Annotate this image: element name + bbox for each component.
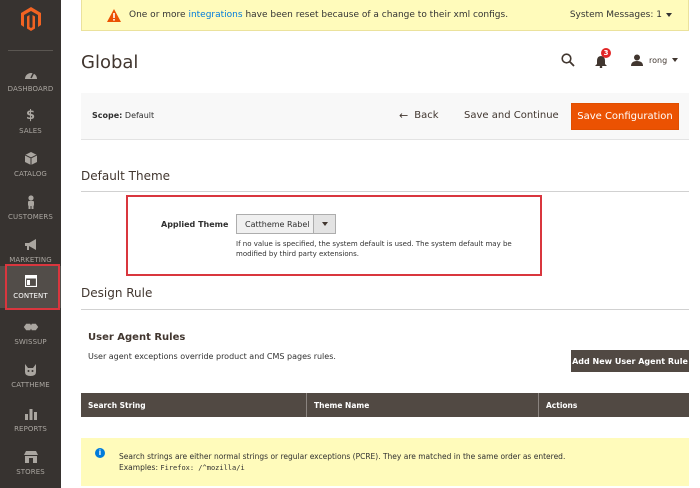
user-icon[interactable]	[631, 54, 643, 66]
sidebar-item-label: SWISSUP	[14, 337, 47, 346]
info-icon: i	[95, 448, 105, 458]
design-rule-section-title[interactable]: Design Rule	[81, 286, 152, 300]
scope-value: Default	[124, 111, 155, 120]
notice-line-1: Search strings are either normal strings…	[119, 452, 566, 461]
bar-chart-icon	[23, 407, 39, 421]
notifications-button[interactable]: 3	[595, 48, 611, 69]
back-button[interactable]: ← Back	[399, 109, 439, 122]
page-title: Global	[81, 52, 139, 73]
warning-icon	[107, 8, 121, 22]
page-actions-bar: Scope: Default ← Back Save and Continue …	[81, 93, 689, 140]
user-agent-rules-description: User agent exceptions override product a…	[88, 352, 336, 361]
notice-line-2: Examples: Firefox: /^mozilla/i	[119, 463, 245, 472]
arrow-left-icon: ←	[399, 109, 409, 122]
sidebar-item-swissup[interactable]: SWISSUP	[0, 311, 61, 354]
section-divider	[81, 309, 689, 310]
person-icon	[23, 194, 39, 209]
notice-example-code: Firefox: /^mozilla/i	[160, 464, 245, 472]
integrations-link[interactable]: integrations	[188, 10, 242, 20]
column-header-theme-name: Theme Name	[307, 393, 539, 417]
user-agent-rules-title: User Agent Rules	[88, 332, 186, 343]
store-icon	[23, 450, 39, 464]
sidebar-item-label: CATTHEME	[11, 380, 50, 389]
chevron-down-icon	[666, 12, 672, 17]
megaphone-icon	[23, 238, 39, 252]
header-actions: 3 rong	[561, 48, 679, 69]
save-and-continue-button[interactable]: Save and Continue	[464, 110, 559, 121]
sidebar-item-reports[interactable]: REPORTS	[0, 398, 61, 441]
system-messages-dropdown[interactable]: System Messages: 1	[570, 10, 672, 20]
sidebar-item-customers[interactable]: CUSTOMERS	[0, 186, 61, 229]
sidebar-item-sales[interactable]: $ SALES	[0, 100, 61, 143]
magento-logo-icon	[20, 7, 41, 31]
sidebar-item-stores[interactable]: STORES	[0, 441, 61, 484]
add-user-agent-rule-button[interactable]: Add New User Agent Rule	[571, 350, 689, 372]
section-divider	[81, 191, 689, 192]
scope-indicator: Scope: Default	[92, 111, 154, 120]
notice-examples-label: Examples:	[119, 463, 158, 472]
cube-icon	[23, 152, 39, 166]
save-configuration-button[interactable]: Save Configuration	[571, 103, 679, 130]
system-message-text: One or more integrations have been reset…	[129, 10, 508, 20]
search-icon[interactable]	[561, 53, 575, 67]
notification-count-badge: 3	[601, 48, 611, 58]
back-button-label: Back	[414, 110, 439, 121]
content-highlight-box	[5, 264, 60, 310]
admin-sidebar: DASHBOARD $ SALES CATALOG CUSTOMERS MARK…	[0, 0, 61, 488]
sidebar-item-label: DASHBOARD	[7, 84, 54, 93]
swissup-icon	[23, 320, 39, 334]
chevron-down-icon[interactable]	[672, 58, 679, 62]
dollar-icon: $	[25, 108, 36, 123]
cat-icon	[23, 363, 39, 377]
pcre-info-notice: i Search strings are either normal strin…	[81, 438, 689, 486]
sidebar-item-label: SALES	[19, 126, 42, 135]
sidebar-item-label: CUSTOMERS	[8, 212, 53, 221]
scope-label: Scope:	[92, 111, 123, 120]
user-agent-rules-table-header: Search String Theme Name Actions	[81, 393, 689, 417]
system-message-prefix: One or more	[129, 10, 189, 20]
system-message-bar: One or more integrations have been reset…	[81, 0, 689, 31]
sidebar-item-catalog[interactable]: CATALOG	[0, 143, 61, 186]
sidebar-item-label: STORES	[16, 467, 45, 476]
sidebar-divider	[8, 50, 53, 51]
column-header-search-string: Search String	[81, 393, 307, 417]
user-name[interactable]: rong	[649, 56, 667, 65]
sidebar-item-dashboard[interactable]: DASHBOARD	[0, 58, 61, 101]
applied-theme-highlight-box	[126, 195, 542, 276]
gauge-icon	[23, 67, 39, 81]
column-header-actions: Actions	[546, 400, 578, 410]
magento-logo[interactable]	[0, 0, 61, 38]
system-message-suffix: have been reset because of a change to t…	[242, 10, 509, 20]
sidebar-item-cattheme[interactable]: CATTHEME	[0, 354, 61, 397]
sidebar-item-label: CATALOG	[14, 169, 47, 178]
default-theme-section-title[interactable]: Default Theme	[81, 169, 170, 183]
system-messages-label: System Messages: 1	[569, 10, 662, 20]
sidebar-item-label: REPORTS	[14, 424, 47, 433]
sidebar-item-label: MARKETING	[9, 255, 52, 264]
